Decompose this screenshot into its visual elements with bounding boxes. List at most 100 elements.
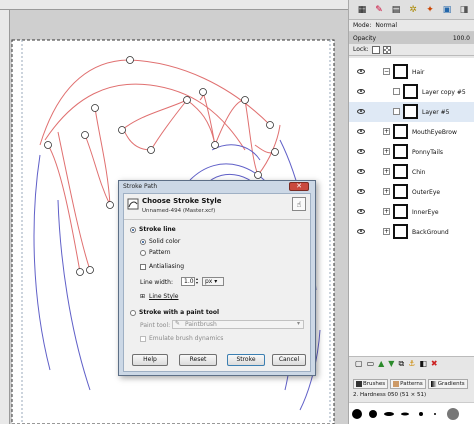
layer-chain-icon[interactable]: + <box>383 148 390 155</box>
line-width-spinner[interactable]: ▴ ▾ <box>196 277 200 286</box>
channels-tab-icon[interactable]: ▤ <box>389 3 403 17</box>
layer-buttons: ▢ ▭ ▲ ▼ ⧉ ⚓ ◧ ✖ <box>349 356 474 370</box>
visibility-eye-icon[interactable] <box>357 189 365 194</box>
patterns-icon <box>393 381 400 387</box>
brush-preview <box>434 413 436 415</box>
line-width-unit-select[interactable]: px ▾ <box>202 277 224 286</box>
line-style-expander[interactable]: Line Style <box>149 293 178 300</box>
close-icon[interactable]: ✕ <box>289 182 309 191</box>
layer-chain-icon[interactable]: + <box>383 128 390 135</box>
layer-name[interactable]: MouthEyeBrow <box>412 129 457 136</box>
brushes-tab-icon[interactable]: ✎ <box>372 3 386 17</box>
visibility-eye-icon[interactable] <box>357 149 365 154</box>
solid-color-radio[interactable] <box>140 239 146 245</box>
lock-pixels-checkbox[interactable] <box>371 45 380 54</box>
layer-row[interactable]: + InnerEye <box>349 202 474 222</box>
emulate-dynamics-checkbox[interactable] <box>140 336 146 342</box>
layer-row[interactable]: + Chin <box>349 162 474 182</box>
visibility-eye-icon[interactable] <box>357 69 365 74</box>
brush-preview <box>447 408 459 420</box>
layer-chain-icon[interactable]: + <box>383 228 390 235</box>
anchor-layer-icon[interactable]: ⚓ <box>408 359 415 368</box>
raise-layer-icon[interactable]: ▲ <box>378 359 384 368</box>
layer-row[interactable]: + OuterEye <box>349 182 474 202</box>
layers-tab-icon[interactable]: ▦ <box>355 3 369 17</box>
stroke-button[interactable]: Stroke <box>227 354 265 366</box>
stroke-line-radio[interactable] <box>130 227 136 233</box>
cancel-button[interactable]: Cancel <box>272 354 306 366</box>
brush-preview <box>352 409 362 419</box>
tab-patterns[interactable]: Patterns <box>390 379 426 389</box>
stroke-path-icon <box>127 198 139 210</box>
dialog-header: Choose Stroke Style Unnamed-494 (Master.… <box>124 194 310 220</box>
pattern-radio[interactable] <box>140 250 146 256</box>
visibility-eye-icon[interactable] <box>357 129 365 134</box>
layer-chain-icon[interactable] <box>393 108 400 115</box>
layer-row[interactable]: Layer #5 <box>349 102 474 122</box>
visibility-eye-icon[interactable] <box>357 209 365 214</box>
tab-patterns-label: Patterns <box>400 381 423 387</box>
layer-name[interactable]: BackGround <box>412 229 449 236</box>
layer-chain-icon[interactable] <box>393 88 400 95</box>
visibility-eye-icon[interactable] <box>357 89 365 94</box>
layer-name[interactable]: InnerEye <box>412 209 439 216</box>
layer-name[interactable]: Layer copy #5 <box>422 89 466 96</box>
layer-row[interactable]: − Hair <box>349 62 474 82</box>
brush-tab-bar: Brushes Patterns Gradients <box>349 378 474 390</box>
images-tab-icon[interactable]: ◨ <box>457 3 471 17</box>
layer-name[interactable]: Layer #5 <box>422 109 449 116</box>
mode-row: Mode: Normal <box>349 20 474 32</box>
duplicate-layer-icon[interactable]: ⧉ <box>398 359 404 369</box>
layer-thumbnail <box>393 164 408 179</box>
opacity-value[interactable]: 100.0 <box>453 35 470 42</box>
paths-tab-icon[interactable]: ✦ <box>423 3 437 17</box>
layer-row[interactable]: Layer copy #5 <box>349 82 474 102</box>
paint-tool-radio[interactable] <box>130 310 136 316</box>
visibility-eye-icon[interactable] <box>357 229 365 234</box>
layer-name[interactable]: PonnyTails <box>412 149 443 156</box>
layer-row[interactable]: + PonnyTails <box>349 142 474 162</box>
delete-layer-icon[interactable]: ✖ <box>431 359 438 368</box>
dialog-body: Choose Stroke Style Unnamed-494 (Master.… <box>123 193 311 372</box>
brush-preview <box>401 412 409 416</box>
chevron-down-icon: ▾ <box>212 278 218 285</box>
antialiasing-checkbox[interactable] <box>140 264 146 270</box>
layer-chain-icon[interactable]: + <box>383 188 390 195</box>
layer-name[interactable]: Chin <box>412 169 425 176</box>
brush-grid[interactable] <box>349 402 474 424</box>
undo-tab-icon[interactable]: ▣ <box>440 3 454 17</box>
expand-icon[interactable]: ⊞ <box>140 293 145 300</box>
reset-button[interactable]: Reset <box>179 354 217 366</box>
help-hand-icon[interactable]: ☝ <box>292 197 306 211</box>
layer-chain-icon[interactable]: + <box>383 168 390 175</box>
new-layer-icon[interactable]: ▢ <box>355 359 363 368</box>
lock-alpha-checkbox[interactable] <box>382 45 391 54</box>
layer-chain-icon[interactable]: − <box>383 68 390 75</box>
brush-previews-svg <box>352 408 459 420</box>
layer-name[interactable]: OuterEye <box>412 189 440 196</box>
tab-brushes[interactable]: Brushes <box>353 379 389 389</box>
visibility-eye-icon[interactable] <box>357 169 365 174</box>
layer-name[interactable]: Hair <box>412 69 424 76</box>
line-width-input[interactable]: 1.0 <box>181 277 195 286</box>
paint-tool-label: Paint tool: <box>140 322 171 329</box>
mode-select[interactable]: Normal <box>375 22 397 29</box>
new-group-icon[interactable]: ▭ <box>367 359 375 368</box>
lower-layer-icon[interactable]: ▼ <box>388 359 394 368</box>
tab-gradients[interactable]: Gradients <box>427 379 468 389</box>
mask-icon[interactable]: ◧ <box>419 359 427 368</box>
opacity-slider[interactable]: Opacity 100.0 <box>349 32 474 44</box>
layer-row[interactable]: + BackGround <box>349 222 474 242</box>
paint-tool-select[interactable]: Paintbrush <box>172 320 304 329</box>
tool-options-tab-icon[interactable]: ✲ <box>406 3 420 17</box>
dialog-subheading: Unnamed-494 (Master.xcf) <box>142 208 216 214</box>
visibility-eye-icon[interactable] <box>357 109 365 114</box>
brush-preview <box>369 410 377 418</box>
layer-chain-icon[interactable]: + <box>383 208 390 215</box>
opacity-label: Opacity <box>353 34 377 42</box>
gradients-icon <box>430 381 437 387</box>
help-button[interactable]: Help <box>132 354 168 366</box>
tab-gradients-label: Gradients <box>437 381 465 387</box>
dialog-titlebar[interactable]: Stroke Path <box>119 181 315 192</box>
layer-row[interactable]: + MouthEyeBrow <box>349 122 474 142</box>
